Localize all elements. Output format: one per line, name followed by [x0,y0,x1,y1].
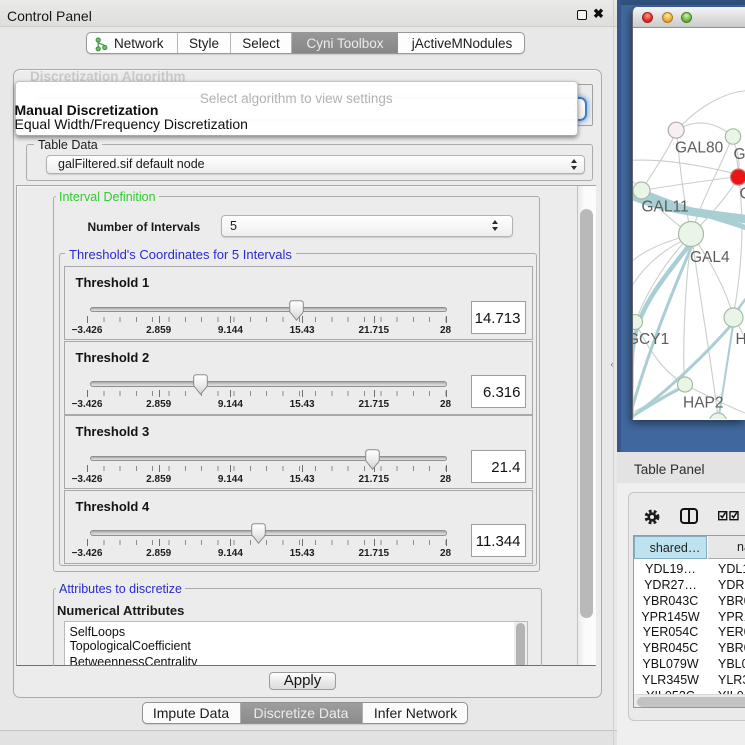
svg-text:HAP2: HAP2 [683,394,724,411]
svg-text:GCY1: GCY1 [633,331,669,348]
svg-text:H: H [735,331,745,348]
svg-text:GAL4: GAL4 [690,249,730,266]
svg-text:GAL11: GAL11 [641,198,688,215]
svg-text:GA: GA [733,146,745,163]
svg-text:GAL80: GAL80 [675,139,724,156]
svg-text:C: C [739,185,745,202]
